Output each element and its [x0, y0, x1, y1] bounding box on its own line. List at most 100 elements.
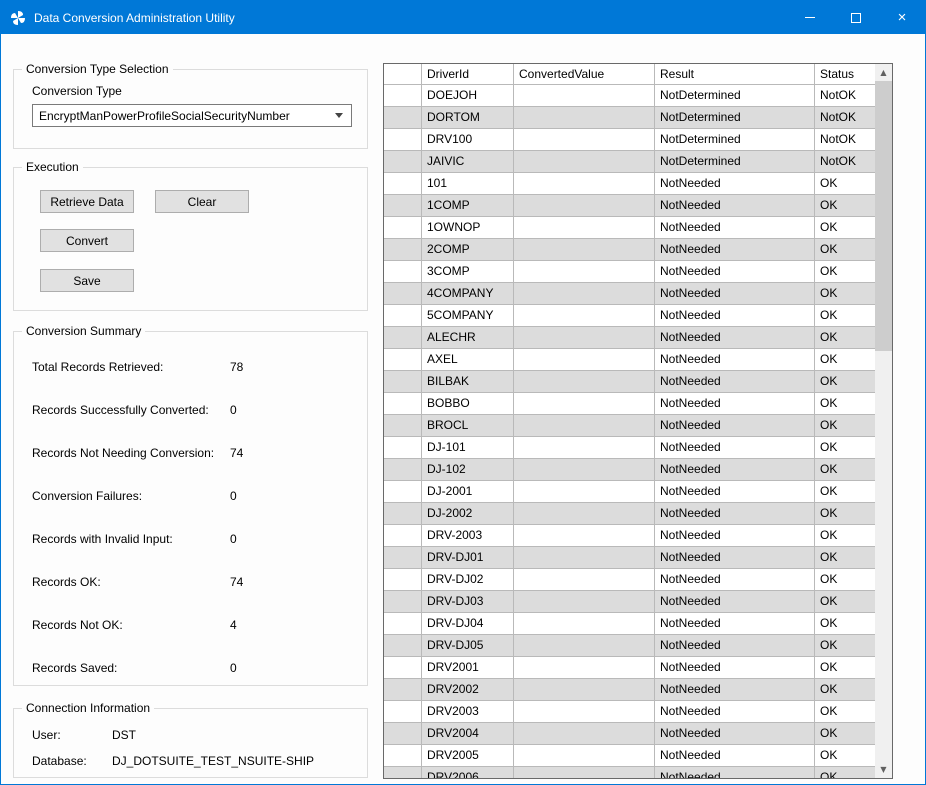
cell-convertedvalue[interactable] [514, 349, 655, 371]
cell-result[interactable]: NotNeeded [655, 503, 815, 525]
cell-result[interactable]: NotNeeded [655, 327, 815, 349]
conversion-type-combobox[interactable]: EncryptManPowerProfileSocialSecurityNumb… [32, 104, 352, 127]
row-header-cell[interactable] [384, 371, 422, 393]
cell-convertedvalue[interactable] [514, 217, 655, 239]
close-button[interactable]: × [879, 1, 925, 34]
cell-result[interactable]: NotNeeded [655, 195, 815, 217]
cell-driverid[interactable]: 3COMP [422, 261, 514, 283]
cell-result[interactable]: NotNeeded [655, 437, 815, 459]
cell-result[interactable]: NotNeeded [655, 217, 815, 239]
cell-result[interactable]: NotNeeded [655, 569, 815, 591]
save-button[interactable]: Save [40, 269, 134, 292]
cell-driverid[interactable]: DRV2001 [422, 657, 514, 679]
maximize-button[interactable] [833, 1, 879, 34]
scroll-down-icon[interactable]: ▼ [875, 761, 892, 778]
cell-status[interactable]: OK [815, 349, 875, 371]
cell-driverid[interactable]: DRV-DJ05 [422, 635, 514, 657]
cell-status[interactable]: NotOK [815, 85, 875, 107]
cell-status[interactable]: OK [815, 327, 875, 349]
row-header-cell[interactable] [384, 151, 422, 173]
cell-convertedvalue[interactable] [514, 481, 655, 503]
cell-driverid[interactable]: DORTOM [422, 107, 514, 129]
cell-status[interactable]: OK [815, 635, 875, 657]
cell-status[interactable]: OK [815, 217, 875, 239]
cell-status[interactable]: OK [815, 371, 875, 393]
row-header-cell[interactable] [384, 261, 422, 283]
cell-status[interactable]: OK [815, 613, 875, 635]
cell-driverid[interactable]: AXEL [422, 349, 514, 371]
vertical-scrollbar[interactable]: ▲ ▼ [875, 64, 892, 778]
cell-driverid[interactable]: DJ-101 [422, 437, 514, 459]
row-header-cell[interactable] [384, 767, 422, 778]
cell-driverid[interactable]: BILBAK [422, 371, 514, 393]
row-header-cell[interactable] [384, 613, 422, 635]
cell-result[interactable]: NotNeeded [655, 591, 815, 613]
cell-driverid[interactable]: DRV2003 [422, 701, 514, 723]
cell-convertedvalue[interactable] [514, 745, 655, 767]
cell-status[interactable]: NotOK [815, 107, 875, 129]
cell-result[interactable]: NotNeeded [655, 173, 815, 195]
cell-driverid[interactable]: DRV-DJ03 [422, 591, 514, 613]
cell-driverid[interactable]: DJ-2002 [422, 503, 514, 525]
cell-result[interactable]: NotNeeded [655, 415, 815, 437]
cell-driverid[interactable]: BOBBO [422, 393, 514, 415]
cell-status[interactable]: NotOK [815, 129, 875, 151]
row-header-cell[interactable] [384, 723, 422, 745]
row-header-cell[interactable] [384, 591, 422, 613]
cell-driverid[interactable]: 1COMP [422, 195, 514, 217]
cell-result[interactable]: NotDetermined [655, 151, 815, 173]
cell-status[interactable]: OK [815, 437, 875, 459]
column-header-result[interactable]: Result [655, 64, 815, 85]
cell-convertedvalue[interactable] [514, 85, 655, 107]
cell-convertedvalue[interactable] [514, 657, 655, 679]
row-header-cell[interactable] [384, 503, 422, 525]
cell-convertedvalue[interactable] [514, 195, 655, 217]
cell-driverid[interactable]: 4COMPANY [422, 283, 514, 305]
cell-driverid[interactable]: DRV2005 [422, 745, 514, 767]
cell-status[interactable]: OK [815, 239, 875, 261]
row-header-cell[interactable] [384, 239, 422, 261]
cell-driverid[interactable]: BROCL [422, 415, 514, 437]
cell-convertedvalue[interactable] [514, 415, 655, 437]
clear-button[interactable]: Clear [155, 190, 249, 213]
cell-convertedvalue[interactable] [514, 547, 655, 569]
cell-driverid[interactable]: 1OWNOP [422, 217, 514, 239]
row-header-cell[interactable] [384, 547, 422, 569]
cell-driverid[interactable]: 101 [422, 173, 514, 195]
cell-result[interactable]: NotNeeded [655, 393, 815, 415]
cell-driverid[interactable]: DOEJOH [422, 85, 514, 107]
cell-convertedvalue[interactable] [514, 679, 655, 701]
select-all-header-cell[interactable] [384, 64, 422, 85]
cell-driverid[interactable]: DRV2002 [422, 679, 514, 701]
cell-result[interactable]: NotNeeded [655, 525, 815, 547]
cell-convertedvalue[interactable] [514, 305, 655, 327]
cell-driverid[interactable]: DJ-2001 [422, 481, 514, 503]
cell-result[interactable]: NotNeeded [655, 239, 815, 261]
cell-convertedvalue[interactable] [514, 635, 655, 657]
cell-driverid[interactable]: 2COMP [422, 239, 514, 261]
row-header-cell[interactable] [384, 437, 422, 459]
retrieve-data-button[interactable]: Retrieve Data [40, 190, 134, 213]
row-header-cell[interactable] [384, 327, 422, 349]
column-header-driverid[interactable]: DriverId [422, 64, 514, 85]
row-header-cell[interactable] [384, 349, 422, 371]
cell-status[interactable]: OK [815, 503, 875, 525]
row-header-cell[interactable] [384, 701, 422, 723]
row-header-cell[interactable] [384, 657, 422, 679]
cell-result[interactable]: NotNeeded [655, 481, 815, 503]
cell-convertedvalue[interactable] [514, 437, 655, 459]
row-header-cell[interactable] [384, 217, 422, 239]
cell-convertedvalue[interactable] [514, 107, 655, 129]
cell-status[interactable]: OK [815, 525, 875, 547]
row-header-cell[interactable] [384, 679, 422, 701]
cell-driverid[interactable]: DRV100 [422, 129, 514, 151]
cell-convertedvalue[interactable] [514, 503, 655, 525]
cell-result[interactable]: NotNeeded [655, 349, 815, 371]
cell-status[interactable]: OK [815, 679, 875, 701]
column-header-convertedvalue[interactable]: ConvertedValue [514, 64, 655, 85]
cell-driverid[interactable]: DRV2006 [422, 767, 514, 778]
row-header-cell[interactable] [384, 481, 422, 503]
cell-status[interactable]: OK [815, 173, 875, 195]
cell-result[interactable]: NotDetermined [655, 129, 815, 151]
row-header-cell[interactable] [384, 107, 422, 129]
